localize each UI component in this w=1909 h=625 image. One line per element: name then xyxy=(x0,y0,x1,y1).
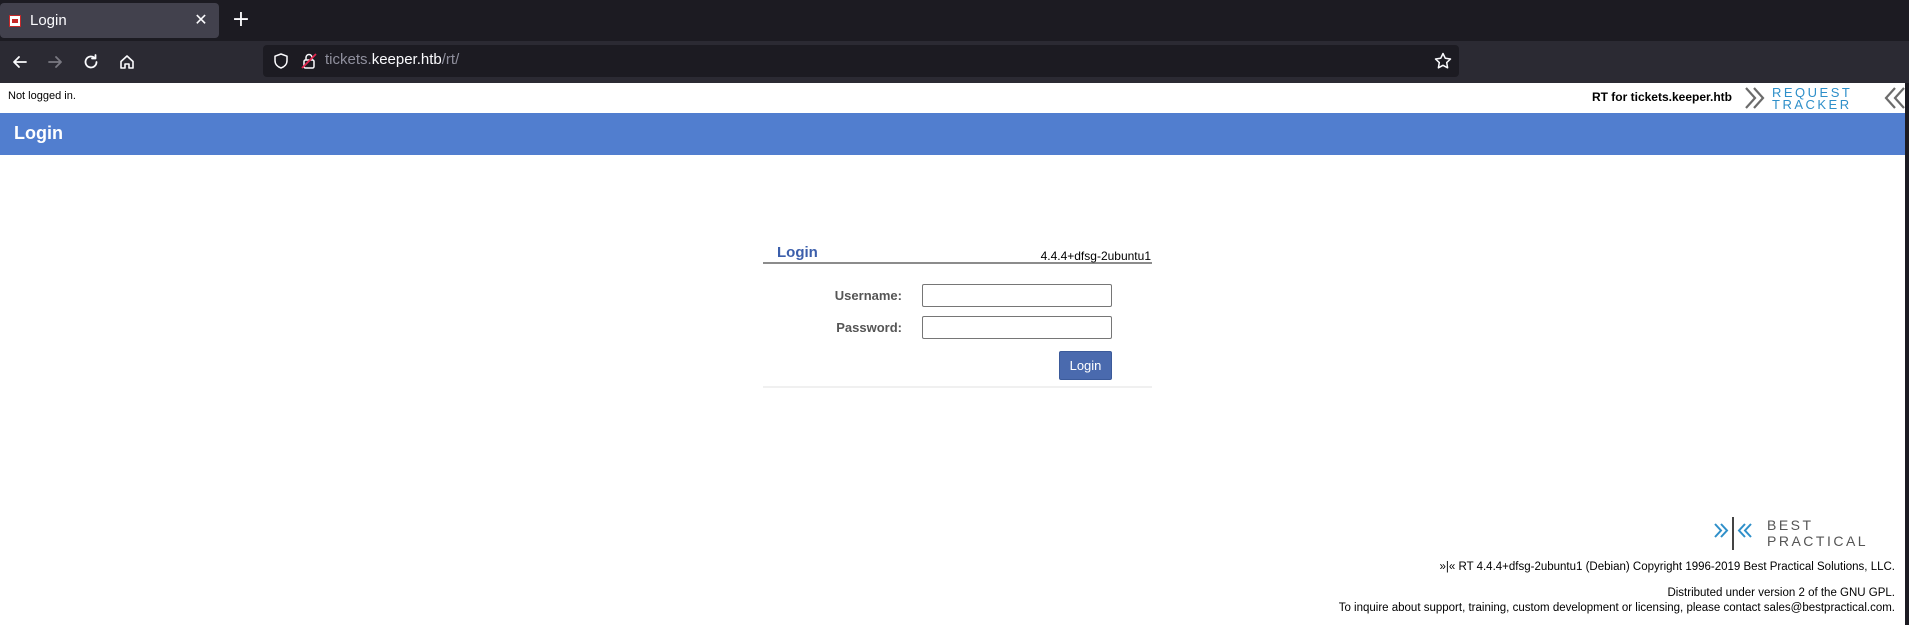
home-icon xyxy=(120,55,134,69)
browser-nav-bar: tickets.keeper.htb/rt/ xyxy=(0,41,1909,83)
page-title: Login xyxy=(14,123,63,143)
arrow-right-icon xyxy=(48,56,62,68)
page-header: Login xyxy=(0,113,1905,155)
browser-tab[interactable]: Login ✕ xyxy=(0,3,219,38)
browser-tab-bar: Login ✕ + xyxy=(0,0,1909,41)
username-label: Username: xyxy=(834,288,902,303)
login-form: Login 4.4.4+dfsg-2ubuntu1 Username: Pass… xyxy=(763,243,1152,388)
reload-button[interactable] xyxy=(78,49,104,75)
login-box-header: Login 4.4.4+dfsg-2ubuntu1 xyxy=(763,243,1152,264)
rt-instance-name: RT for tickets.keeper.htb xyxy=(1591,90,1732,104)
login-box-title: Login xyxy=(777,244,818,261)
login-status: Not logged in. xyxy=(8,90,76,102)
footer-contact: To inquire about support, training, cust… xyxy=(1338,602,1895,614)
login-box-footer xyxy=(763,386,1152,388)
footer-copyright: »|« RT 4.4.4+dfsg-2ubuntu1 (Debian) Copy… xyxy=(1439,561,1896,573)
rt-version: 4.4.4+dfsg-2ubuntu1 xyxy=(1040,249,1151,263)
reload-icon xyxy=(84,54,98,69)
insecure-lock-icon[interactable] xyxy=(300,52,318,70)
back-button[interactable] xyxy=(7,49,33,75)
close-tab-icon[interactable]: ✕ xyxy=(192,11,210,29)
best-practical-logo[interactable]: BEST PRACTICAL xyxy=(1714,517,1894,552)
url-path: /rt/ xyxy=(441,51,460,68)
rt-logo-bottom-text: TRACKER xyxy=(1772,97,1852,111)
forward-button[interactable] xyxy=(42,49,68,75)
bookmark-star-icon[interactable] xyxy=(1433,51,1453,71)
url-prefix: tickets. xyxy=(325,51,372,68)
bp-logo-top-text: BEST xyxy=(1767,517,1814,533)
url-text[interactable]: tickets.keeper.htb/rt/ xyxy=(325,51,459,68)
shield-icon[interactable] xyxy=(272,52,290,70)
arrow-left-icon xyxy=(13,56,27,68)
login-button[interactable]: Login xyxy=(1059,351,1112,380)
footer-license: Distributed under version 2 of the GNU G… xyxy=(1667,587,1895,599)
rt-top-line: Not logged in. RT for tickets.keeper.htb… xyxy=(0,83,1909,113)
url-host: keeper.htb xyxy=(371,51,442,68)
password-input[interactable] xyxy=(922,316,1112,339)
window-edge xyxy=(1905,83,1909,625)
password-label: Password: xyxy=(836,320,902,335)
new-tab-icon[interactable]: + xyxy=(230,9,252,32)
url-bar[interactable]: tickets.keeper.htb/rt/ xyxy=(263,45,1459,77)
bp-logo-bottom-text: PRACTICAL xyxy=(1767,533,1868,549)
favicon-icon xyxy=(9,14,21,27)
username-input[interactable] xyxy=(922,284,1112,307)
tab-title: Login xyxy=(30,12,67,29)
home-button[interactable] xyxy=(114,49,140,75)
request-tracker-logo[interactable]: REQUEST TRACKER xyxy=(1744,85,1906,111)
